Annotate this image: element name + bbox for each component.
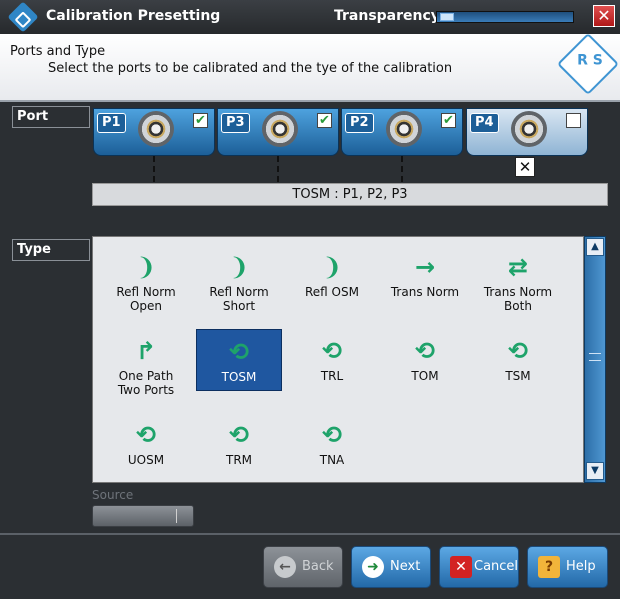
connector-icon bbox=[262, 111, 298, 147]
port-name: P3 bbox=[221, 113, 250, 133]
trans-norm-icon: → bbox=[414, 253, 436, 281]
type-item-refl-osm[interactable]: ❩ Refl OSM bbox=[289, 245, 375, 325]
remove-port-button[interactable]: ✕ bbox=[515, 157, 535, 177]
port-lead-line bbox=[277, 156, 279, 182]
wizard-header: Ports and Type Select the ports to be ca… bbox=[0, 32, 620, 102]
help-label: Help bbox=[566, 559, 596, 574]
port-lead-line bbox=[401, 156, 403, 182]
cancel-button[interactable]: ✕ Cancel bbox=[439, 546, 519, 588]
back-label: Back bbox=[302, 559, 334, 574]
connector-icon bbox=[386, 111, 422, 147]
scroll-up-icon[interactable]: ▲ bbox=[586, 238, 604, 256]
type-scrollbar[interactable]: ▲ ▼ bbox=[584, 236, 606, 483]
type-label: Refl OSM bbox=[305, 285, 359, 299]
type-item-refl-norm-short[interactable]: ❩ Refl Norm Short bbox=[196, 245, 282, 325]
type-item-tom[interactable]: ⟲ TOM bbox=[382, 329, 468, 391]
port-section-label: Port bbox=[12, 106, 90, 128]
connector-icon bbox=[138, 111, 174, 147]
type-label: Open bbox=[129, 299, 163, 313]
app-logo-icon bbox=[7, 1, 39, 33]
type-label: Two Ports bbox=[117, 383, 175, 397]
window-title: Calibration Presetting bbox=[46, 8, 221, 24]
transparency-slider[interactable] bbox=[436, 11, 574, 23]
help-icon: ? bbox=[538, 556, 560, 578]
type-label: Trans Norm bbox=[390, 285, 460, 299]
next-button[interactable]: ➜ Next bbox=[351, 546, 431, 588]
reflect-open-icon: ❩ bbox=[135, 253, 157, 281]
cancel-label: Cancel bbox=[474, 559, 519, 574]
type-item-refl-norm-open[interactable]: ❩ Refl Norm Open bbox=[103, 245, 189, 325]
next-label: Next bbox=[390, 559, 421, 574]
page-subtitle: Select the ports to be calibrated and th… bbox=[48, 61, 453, 76]
source-select[interactable] bbox=[92, 505, 194, 527]
port-card-p4[interactable]: P4 bbox=[466, 108, 588, 156]
footer-divider bbox=[0, 533, 620, 535]
port-card-p1[interactable]: P1 ✔ bbox=[93, 108, 215, 156]
cancel-x-icon: ✕ bbox=[450, 556, 472, 578]
transparency-label: Transparency: bbox=[334, 8, 446, 24]
type-label: TRL bbox=[320, 369, 344, 383]
trans-norm-both-icon: ⇄ bbox=[507, 253, 529, 281]
port-checkbox[interactable]: ✔ bbox=[317, 113, 332, 128]
port-checkbox[interactable] bbox=[566, 113, 581, 128]
rs-logo-text: R S bbox=[577, 52, 603, 69]
type-label: TNA bbox=[319, 453, 345, 467]
type-label: TOM bbox=[411, 369, 439, 383]
type-label: UOSM bbox=[127, 453, 165, 467]
type-label: Refl Norm bbox=[116, 285, 176, 299]
type-label: One Path bbox=[118, 369, 174, 383]
port-summary: TOSM : P1, P2, P3 bbox=[92, 183, 608, 206]
slider-thumb[interactable] bbox=[440, 13, 454, 21]
type-label: Trans Norm bbox=[483, 285, 553, 299]
reflect-osm-icon: ❩ bbox=[321, 253, 343, 281]
type-section-label: Type bbox=[12, 239, 90, 261]
type-label: Short bbox=[222, 299, 256, 313]
type-label: TOSM bbox=[221, 370, 257, 384]
connector-icon bbox=[511, 111, 547, 147]
port-lead-line bbox=[153, 156, 155, 182]
port-card-p3[interactable]: P3 ✔ bbox=[217, 108, 339, 156]
scroll-thumb[interactable] bbox=[589, 353, 601, 361]
scroll-down-icon[interactable]: ▼ bbox=[586, 462, 604, 480]
type-item-trl[interactable]: ⟲ TRL bbox=[289, 329, 375, 391]
reflect-short-icon: ❩ bbox=[228, 253, 250, 281]
rs-logo-icon: R S bbox=[556, 32, 620, 96]
type-item-tna[interactable]: ⟲ TNA bbox=[289, 413, 375, 475]
tosm-icon: ⟲ bbox=[228, 338, 250, 366]
port-name: P1 bbox=[97, 113, 126, 133]
back-button[interactable]: ← Back bbox=[263, 546, 343, 588]
uosm-icon: ⟲ bbox=[135, 421, 157, 449]
trm-icon: ⟲ bbox=[228, 421, 250, 449]
tna-icon: ⟲ bbox=[321, 421, 343, 449]
port-name: P4 bbox=[470, 113, 499, 133]
type-label: TRM bbox=[225, 453, 253, 467]
tsm-icon: ⟲ bbox=[507, 337, 529, 365]
type-item-trm[interactable]: ⟲ TRM bbox=[196, 413, 282, 475]
type-item-uosm[interactable]: ⟲ UOSM bbox=[103, 413, 189, 475]
close-button[interactable]: ✕ bbox=[593, 5, 615, 27]
one-path-two-ports-icon: ↱ bbox=[135, 337, 157, 365]
type-label: Both bbox=[504, 299, 532, 313]
port-checkbox[interactable]: ✔ bbox=[441, 113, 456, 128]
port-name: P2 bbox=[345, 113, 374, 133]
page-title: Ports and Type bbox=[10, 44, 106, 59]
source-label: Source bbox=[92, 488, 134, 502]
type-item-trans-norm[interactable]: → Trans Norm bbox=[382, 245, 468, 325]
trl-icon: ⟲ bbox=[321, 337, 343, 365]
type-label: TSM bbox=[505, 369, 531, 383]
next-arrow-icon: ➜ bbox=[362, 556, 384, 578]
type-item-trans-norm-both[interactable]: ⇄ Trans Norm Both bbox=[475, 245, 561, 325]
help-button[interactable]: ? Help bbox=[527, 546, 608, 588]
type-item-tsm[interactable]: ⟲ TSM bbox=[475, 329, 561, 391]
type-item-one-path-two-ports[interactable]: ↱ One Path Two Ports bbox=[103, 329, 189, 409]
title-bar: Calibration Presetting Transparency: ✕ bbox=[0, 0, 620, 34]
type-grid: ❩ Refl Norm Open ❩ Refl Norm Short ❩ Ref… bbox=[92, 236, 584, 483]
type-item-tosm[interactable]: ⟲ TOSM bbox=[196, 329, 282, 391]
port-card-p2[interactable]: P2 ✔ bbox=[341, 108, 463, 156]
back-arrow-icon: ← bbox=[274, 556, 296, 578]
port-checkbox[interactable]: ✔ bbox=[193, 113, 208, 128]
tom-icon: ⟲ bbox=[414, 337, 436, 365]
type-label: Refl Norm bbox=[209, 285, 269, 299]
